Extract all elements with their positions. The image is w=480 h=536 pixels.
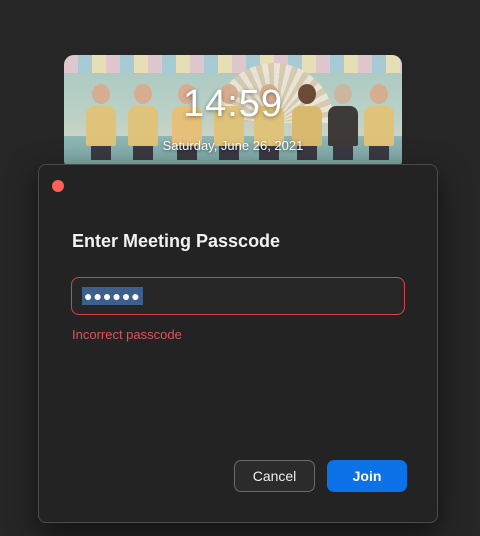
join-button[interactable]: Join bbox=[327, 460, 407, 492]
error-message: Incorrect passcode bbox=[72, 327, 182, 342]
passcode-input[interactable]: ●●●●●● bbox=[71, 277, 405, 315]
cancel-button[interactable]: Cancel bbox=[234, 460, 315, 492]
lockscreen-time: 14:59 bbox=[182, 83, 284, 125]
screen: 14:59 Saturday, June 26, 2021 Enter Meet… bbox=[0, 0, 480, 536]
wallpaper-preview: 14:59 Saturday, June 26, 2021 bbox=[64, 55, 402, 170]
bunting-decoration bbox=[64, 55, 402, 73]
lockscreen-date: Saturday, June 26, 2021 bbox=[162, 138, 304, 153]
dialog-title: Enter Meeting Passcode bbox=[72, 231, 281, 251]
close-icon[interactable] bbox=[52, 180, 64, 192]
passcode-value: ●●●●●● bbox=[82, 287, 143, 305]
passcode-dialog: Enter Meeting Passcode ●●●●●● Incorrect … bbox=[38, 164, 438, 523]
